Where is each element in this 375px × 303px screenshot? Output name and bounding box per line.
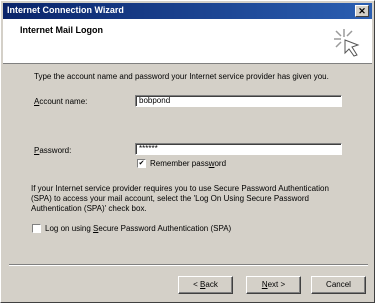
wizard-sparkle-icon	[334, 29, 360, 57]
account-name-field[interactable]: bobpond	[135, 95, 342, 107]
remember-password-label[interactable]: Remember password	[150, 159, 226, 168]
spa-checkbox-label[interactable]: Log on using Secure Password Authenticat…	[45, 224, 231, 233]
remember-password-checkbox[interactable]: ✔	[137, 159, 146, 168]
close-button[interactable]: ✕	[355, 5, 369, 17]
next-button[interactable]: Next >	[246, 276, 301, 294]
page-title: Internet Mail Logon	[20, 25, 103, 35]
spa-checkbox[interactable]	[32, 224, 41, 233]
button-separator	[9, 264, 368, 266]
instruction-text: Type the account name and password your …	[34, 72, 329, 81]
window-title: Internet Connection Wizard	[7, 5, 124, 15]
title-bar[interactable]: Internet Connection Wizard ✕	[3, 3, 372, 19]
wizard-header: Internet Mail Logon	[3, 19, 372, 64]
password-field[interactable]: ******	[135, 143, 342, 155]
wizard-window: Internet Connection Wizard ✕ Internet Ma…	[0, 0, 375, 303]
spa-description: If your Internet service provider requir…	[31, 184, 329, 213]
cancel-button[interactable]: Cancel	[311, 276, 366, 294]
account-name-label: Account name:	[34, 97, 88, 106]
password-label: Password:	[34, 146, 72, 155]
back-button[interactable]: < Back	[178, 276, 233, 294]
